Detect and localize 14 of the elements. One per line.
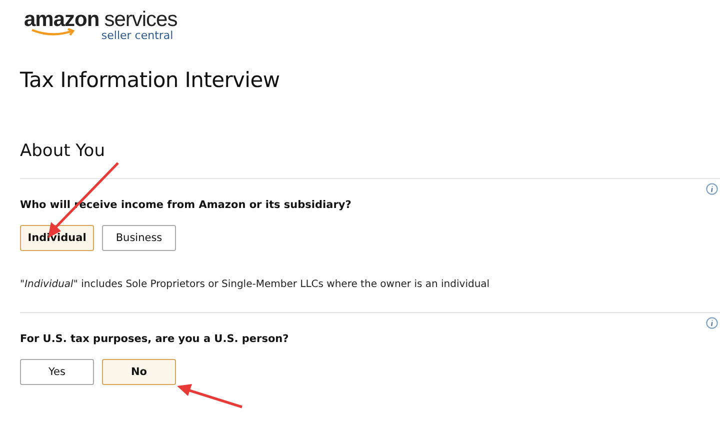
section-heading: About You [20,141,106,161]
option-button[interactable]: Individual [20,225,94,251]
question-text: For U.S. tax purposes, are you a U.S. person? [20,333,290,345]
info-icon[interactable] [706,183,718,195]
option-button[interactable]: Business [102,225,176,251]
logo-subtitle: seller central [101,29,174,42]
option-button[interactable]: Yes [20,359,94,385]
help-text: "Individual" includes Sole Proprietors or Single-Member LLCs where the owner is an individual [20,279,491,290]
annotation-arrow [177,384,242,408]
logo-brand: amazon [24,9,100,31]
info-icon[interactable] [706,317,718,329]
logo-product: services [104,9,178,31]
page-title: Tax Information Interview [20,68,281,92]
option-button[interactable]: No [102,359,176,385]
